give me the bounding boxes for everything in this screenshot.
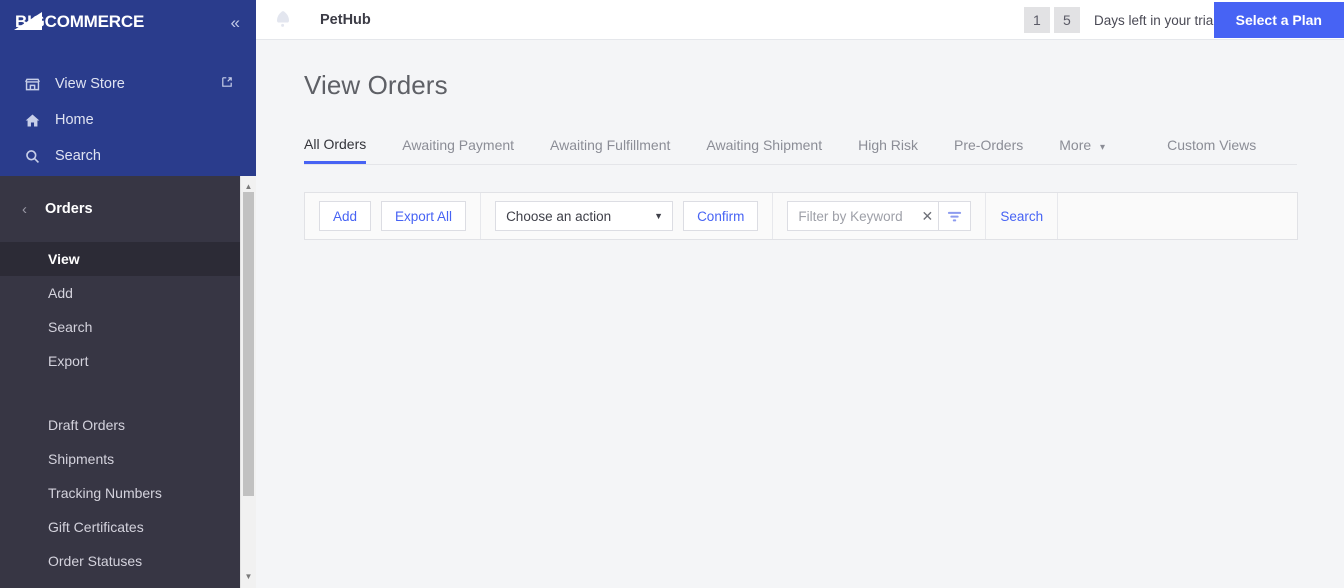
trial-digit: 5 [1053, 7, 1080, 33]
sidebar-section-title: Orders [45, 201, 93, 217]
search-icon [22, 146, 42, 166]
toolbar-group-actions: Add Export All [305, 193, 482, 239]
brand-name: BIGCOMMERCE [15, 12, 145, 31]
orders-tabs: All Orders Awaiting Payment Awaiting Ful… [304, 125, 1297, 165]
brand-logo[interactable]: BIGCOMMERCE [12, 11, 176, 33]
filter-field-wrapper: ✕ [787, 201, 972, 231]
sidebar-item-view-store[interactable]: View Store [0, 66, 256, 102]
sidebar-collapse-icon[interactable]: « [229, 10, 241, 35]
sidebar-item-home[interactable]: Home [0, 102, 256, 138]
sidebar-item-order-statuses[interactable]: Order Statuses [0, 544, 240, 578]
select-value: Choose an action [506, 208, 612, 224]
sidebar-item-gift-certificates[interactable]: Gift Certificates [0, 510, 240, 544]
external-link-icon [220, 75, 234, 93]
add-button[interactable]: Add [319, 201, 372, 231]
sidebar-item-label: Tracking Numbers [48, 485, 162, 501]
orders-toolbar: Add Export All Choose an action ▼ Confir… [304, 192, 1298, 240]
sidebar-item-shipments[interactable]: Shipments [0, 442, 240, 476]
app-root: BIGCOMMERCE « View Store Home Search ‹ O… [0, 0, 1344, 588]
sidebar-primary-nav: View Store Home Search [0, 66, 256, 174]
tab-label: High Risk [858, 137, 919, 153]
sidebar-item-label: Add [48, 285, 73, 301]
sidebar-top-section: BIGCOMMERCE « View Store Home Search [0, 0, 256, 180]
chevron-down-icon: ▾ [1100, 142, 1106, 153]
trial-countdown: 1 5 Days left in your trial. [1023, 0, 1220, 40]
sidebar-item-search-orders[interactable]: Search [0, 310, 240, 344]
caret-down-icon: ▼ [654, 211, 664, 221]
sidebar-divider-gap [0, 378, 240, 408]
tab-label: Awaiting Payment [402, 137, 515, 153]
sidebar-item-search[interactable]: Search [0, 138, 256, 174]
tab-custom-views[interactable]: Custom Views [1167, 137, 1256, 164]
sidebar-item-label: Gift Certificates [48, 519, 144, 535]
sidebar-item-label: Export [48, 353, 89, 369]
sidebar-item-add[interactable]: Add [0, 276, 240, 310]
tab-label: All Orders [304, 136, 367, 152]
filter-by-keyword-input[interactable] [788, 202, 917, 230]
sidebar-item-label: Search [48, 319, 93, 335]
tab-label: Awaiting Shipment [706, 137, 823, 153]
scrollbar-thumb[interactable] [243, 192, 254, 496]
toolbar-group-bulk-action: Choose an action ▼ Confirm [481, 193, 774, 239]
home-icon [22, 110, 42, 130]
search-link[interactable]: Search [1000, 209, 1043, 224]
toolbar-group-search: Search [986, 193, 1059, 239]
sidebar-scrollbar[interactable]: ▲ ▼ [240, 176, 256, 588]
trial-text: Days left in your trial. [1093, 12, 1220, 28]
sidebar-orders-panel: ‹ Orders View Add Search Export Draft Or… [0, 176, 240, 588]
tab-awaiting-fulfillment[interactable]: Awaiting Fulfillment [550, 137, 670, 164]
brand-bar: BIGCOMMERCE « [0, 0, 256, 44]
trial-digit: 1 [1023, 7, 1050, 33]
sidebar-item-label: Draft Orders [48, 417, 126, 433]
top-bar: PetHub 1 5 Days left in your trial. Sele… [256, 0, 1344, 40]
store-name: PetHub [320, 11, 371, 28]
confirm-button[interactable]: Confirm [683, 201, 759, 231]
toolbar-group-filter: ✕ [773, 193, 987, 239]
store-icon [22, 74, 42, 94]
sidebar-section-header[interactable]: ‹ Orders [0, 176, 240, 242]
sidebar-item-export[interactable]: Export [0, 344, 240, 378]
sidebar-item-label: Shipments [48, 451, 115, 467]
export-all-button[interactable]: Export All [381, 201, 467, 231]
tab-label: Pre-Orders [954, 137, 1024, 153]
sidebar: BIGCOMMERCE « View Store Home Search ‹ O… [0, 0, 256, 588]
tab-awaiting-shipment[interactable]: Awaiting Shipment [706, 137, 822, 164]
main-content: PetHub 1 5 Days left in your trial. Sele… [256, 0, 1344, 588]
close-x-icon[interactable]: ✕ [916, 202, 938, 230]
tab-awaiting-payment[interactable]: Awaiting Payment [402, 137, 514, 164]
filter-icon[interactable] [938, 202, 971, 230]
sidebar-item-label: Home [55, 112, 94, 128]
tab-high-risk[interactable]: High Risk [858, 137, 918, 164]
sidebar-item-label: Order Statuses [48, 553, 143, 569]
sidebar-item-tracking-numbers[interactable]: Tracking Numbers [0, 476, 240, 510]
chevron-left-icon[interactable]: ‹ [22, 201, 27, 218]
tab-label: Custom Views [1167, 137, 1257, 153]
sidebar-item-label: Search [55, 148, 101, 164]
sidebar-item-view[interactable]: View [0, 242, 240, 276]
tab-label: Awaiting Fulfillment [550, 137, 671, 153]
tab-more[interactable]: More ▾ [1059, 137, 1105, 164]
choose-an-action-select[interactable]: Choose an action ▼ [495, 201, 674, 231]
store-flag-icon [270, 7, 296, 33]
tab-pre-orders[interactable]: Pre-Orders [954, 137, 1023, 164]
sidebar-item-label: View Store [55, 76, 125, 92]
page-title: View Orders [304, 70, 448, 100]
tab-all-orders[interactable]: All Orders [304, 136, 367, 164]
select-a-plan-button[interactable]: Select a Plan [1213, 2, 1344, 38]
sidebar-item-label: View [48, 251, 80, 267]
sidebar-item-draft-orders[interactable]: Draft Orders [0, 408, 240, 442]
tab-label: More [1059, 137, 1092, 153]
scroll-down-arrow-icon[interactable]: ▼ [241, 568, 256, 584]
